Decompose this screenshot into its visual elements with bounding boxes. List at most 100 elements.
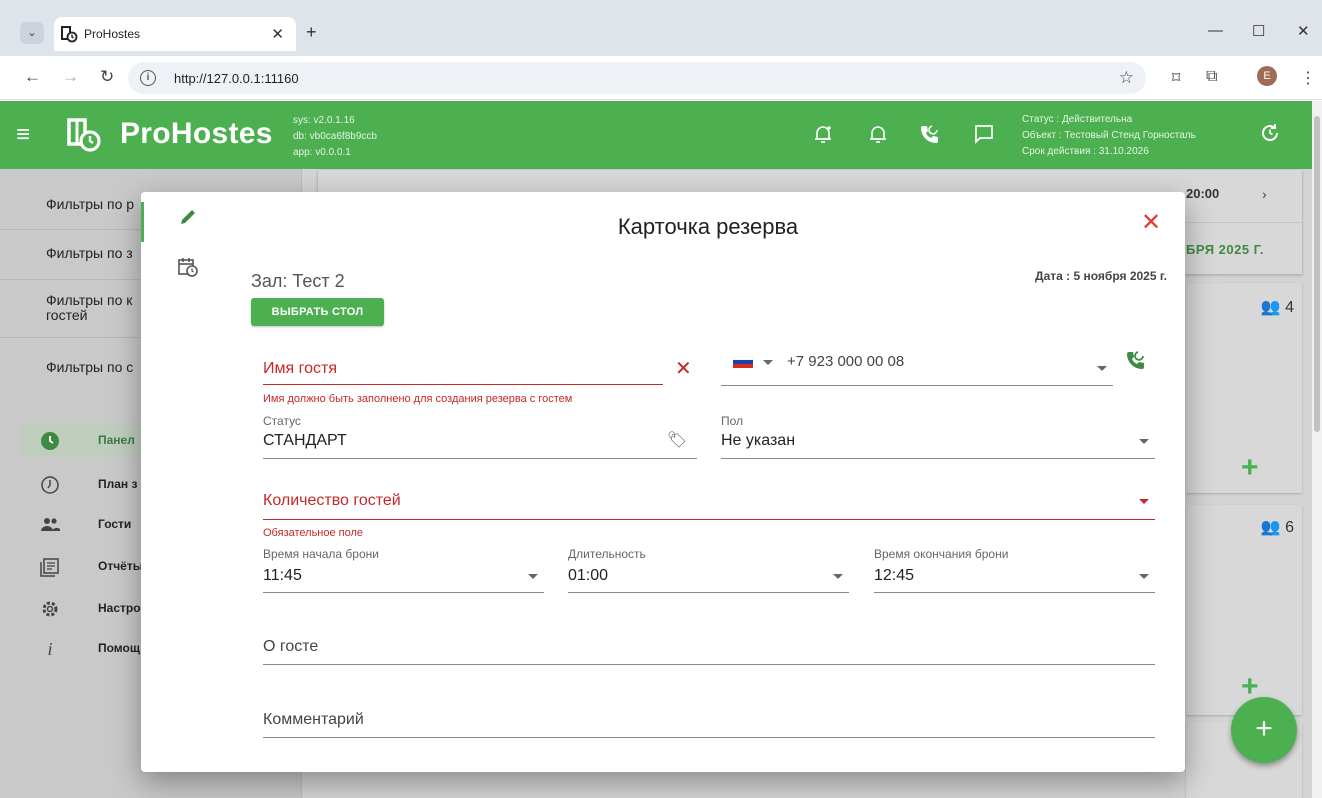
end-time-select[interactable]: Время окончания брони 12:45	[874, 547, 1155, 593]
browser-menu-icon[interactable]: ⋮	[1300, 68, 1316, 88]
clock-filled-icon	[41, 432, 59, 450]
hamburger-menu-icon[interactable]: ≡	[16, 121, 30, 149]
refresh-clock-icon[interactable]	[1258, 121, 1282, 145]
phone-value[interactable]: +7 923 000 00 08	[787, 353, 904, 370]
filter-item-1[interactable]: Фильтры по р	[46, 197, 134, 212]
scrollbar-thumb[interactable]	[1314, 116, 1320, 432]
chevron-down-icon[interactable]	[1139, 499, 1149, 504]
status-field[interactable]: Статус СТАНДАРТ 🏷	[263, 414, 697, 459]
db-version: db: vb0ca6f8b9ccb	[293, 131, 377, 142]
gender-select[interactable]: Пол Не указан	[721, 414, 1155, 459]
reservation-modal: Карточка резерва ✕ Зал: Тест 2 Дата : 5 …	[141, 192, 1185, 772]
country-caret-icon[interactable]	[763, 360, 773, 365]
underline	[263, 458, 697, 459]
chevron-down-icon[interactable]	[1097, 366, 1107, 371]
russia-flag-icon[interactable]	[733, 356, 753, 368]
guests-count-select[interactable]: Количество гостей	[263, 484, 1155, 520]
phone-field[interactable]: +7 923 000 00 08	[721, 348, 1113, 386]
pick-table-button[interactable]: ВЫБРАТЬ СТОЛ	[251, 298, 384, 326]
profile-avatar[interactable]: E	[1257, 66, 1277, 86]
about-guest-placeholder: О госте	[263, 638, 319, 655]
sidebar-item-label: Помощ	[98, 641, 140, 655]
bell-icon[interactable]	[867, 123, 889, 145]
tab-title: ProHostes	[84, 27, 141, 41]
status-line: Статус : Действительна	[1022, 114, 1133, 125]
start-time-select[interactable]: Время начала брони 11:45	[263, 547, 544, 593]
address-bar: ← → ↻ i http://127.0.0.1:11160 ☆ ⌑ ⧉ ⋮	[0, 56, 1322, 100]
end-time-value: 12:45	[874, 567, 915, 584]
url-omnibox[interactable]: i http://127.0.0.1:11160 ☆	[128, 62, 1146, 94]
close-icon[interactable]: ✕	[1141, 208, 1161, 237]
reload-icon[interactable]: ↻	[100, 67, 114, 87]
tab-search-button[interactable]: ⌄	[20, 22, 44, 44]
guest-name-field[interactable]: Имя гостя	[263, 352, 663, 385]
calendar-clock-icon[interactable]	[177, 256, 199, 278]
people-icon	[41, 518, 60, 531]
browser-tab[interactable]: ProHostes ✕	[54, 17, 296, 51]
filter-item-3[interactable]: Фильтры по к гостей	[46, 293, 132, 323]
table-card[interactable]: 👥 4 +	[1186, 283, 1302, 493]
filter-item-3-line2: гостей	[46, 307, 88, 323]
start-time-label: Время начала брони	[263, 547, 379, 561]
minimize-button[interactable]: —	[1208, 22, 1223, 39]
object-line: Объект : Тестовый Стенд Горносталь	[1022, 130, 1196, 141]
people-icon: 👥	[1260, 299, 1281, 316]
maximize-button[interactable]: ☐	[1252, 22, 1265, 40]
comment-placeholder: Комментарий	[263, 711, 364, 728]
underline	[568, 592, 849, 593]
people-icon: 👥	[1260, 519, 1281, 536]
add-reserve-icon[interactable]: +	[1241, 451, 1259, 485]
hall-label: Зал: Тест 2	[251, 271, 345, 291]
chevron-down-icon[interactable]	[528, 574, 538, 579]
app-version: app: v0.0.0.1	[293, 147, 351, 158]
license-status: Статус : Действительна Объект : Тестовый…	[1022, 112, 1196, 160]
sys-version: sys: v2.0.1.16	[293, 115, 355, 126]
phone-call-icon[interactable]	[1125, 349, 1147, 371]
site-info-icon[interactable]: i	[140, 70, 156, 86]
new-tab-button[interactable]: +	[306, 22, 317, 43]
duration-value: 01:00	[568, 567, 609, 584]
expiry-line: Срок действия : 31.10.2026	[1022, 146, 1149, 157]
extensions-icon[interactable]: ⧉	[1206, 68, 1217, 86]
duration-select[interactable]: Длительность 01:00	[568, 547, 849, 593]
chat-icon[interactable]	[973, 123, 995, 145]
phone-callback-icon[interactable]	[919, 123, 941, 145]
comment-input[interactable]: Комментарий	[263, 704, 1155, 738]
underline	[263, 664, 1155, 665]
status-value: СТАНДАРТ	[263, 432, 347, 449]
sidebar-item-label: План з	[98, 477, 138, 491]
underline	[263, 737, 1155, 738]
timeline-next-icon[interactable]: ›	[1262, 186, 1267, 202]
gender-label: Пол	[721, 414, 744, 428]
chevron-down-icon[interactable]	[833, 574, 843, 579]
status-label: Статус	[263, 414, 301, 428]
guest-count-badge: 👥 4	[1261, 297, 1294, 317]
guest-count: 4	[1285, 299, 1294, 316]
reservation-date: Дата : 5 ноября 2025 г.	[1035, 269, 1167, 283]
close-window-button[interactable]: ✕	[1297, 22, 1310, 40]
underline	[263, 384, 663, 385]
start-time-value: 11:45	[263, 567, 302, 584]
table-card[interactable]: 👥 6 +	[1186, 505, 1302, 715]
forward-arrow-icon[interactable]: →	[62, 67, 79, 87]
chevron-down-icon[interactable]	[1139, 574, 1149, 579]
app-header: ≡ ProHostes sys: v2.0.1.16 db: vb0ca6f8b…	[0, 101, 1312, 169]
end-time-label: Время окончания брони	[874, 547, 1009, 561]
filter-item-4[interactable]: Фильтры по с	[46, 360, 133, 375]
url-text[interactable]: http://127.0.0.1:11160	[174, 71, 299, 86]
clear-name-icon[interactable]: ✕	[675, 356, 692, 381]
badge-icon[interactable]: 🏷	[667, 430, 687, 450]
tab-close-icon[interactable]: ✕	[271, 25, 284, 43]
screenshot-icon[interactable]: ⌑	[1172, 68, 1180, 88]
filter-item-2[interactable]: Фильтры по з	[46, 246, 133, 261]
guest-count-badge: 👥 6	[1261, 517, 1294, 537]
back-arrow-icon[interactable]: ←	[24, 67, 41, 87]
bookmark-star-icon[interactable]: ☆	[1119, 68, 1134, 88]
chevron-down-icon[interactable]	[1139, 439, 1149, 444]
bell-plus-icon[interactable]	[812, 123, 834, 145]
underline	[721, 458, 1155, 459]
add-reservation-fab[interactable]: +	[1231, 697, 1297, 763]
sidebar-item-label: Настро	[98, 601, 141, 615]
about-guest-input[interactable]: О госте	[263, 632, 1155, 665]
duration-label: Длительность	[568, 547, 646, 561]
